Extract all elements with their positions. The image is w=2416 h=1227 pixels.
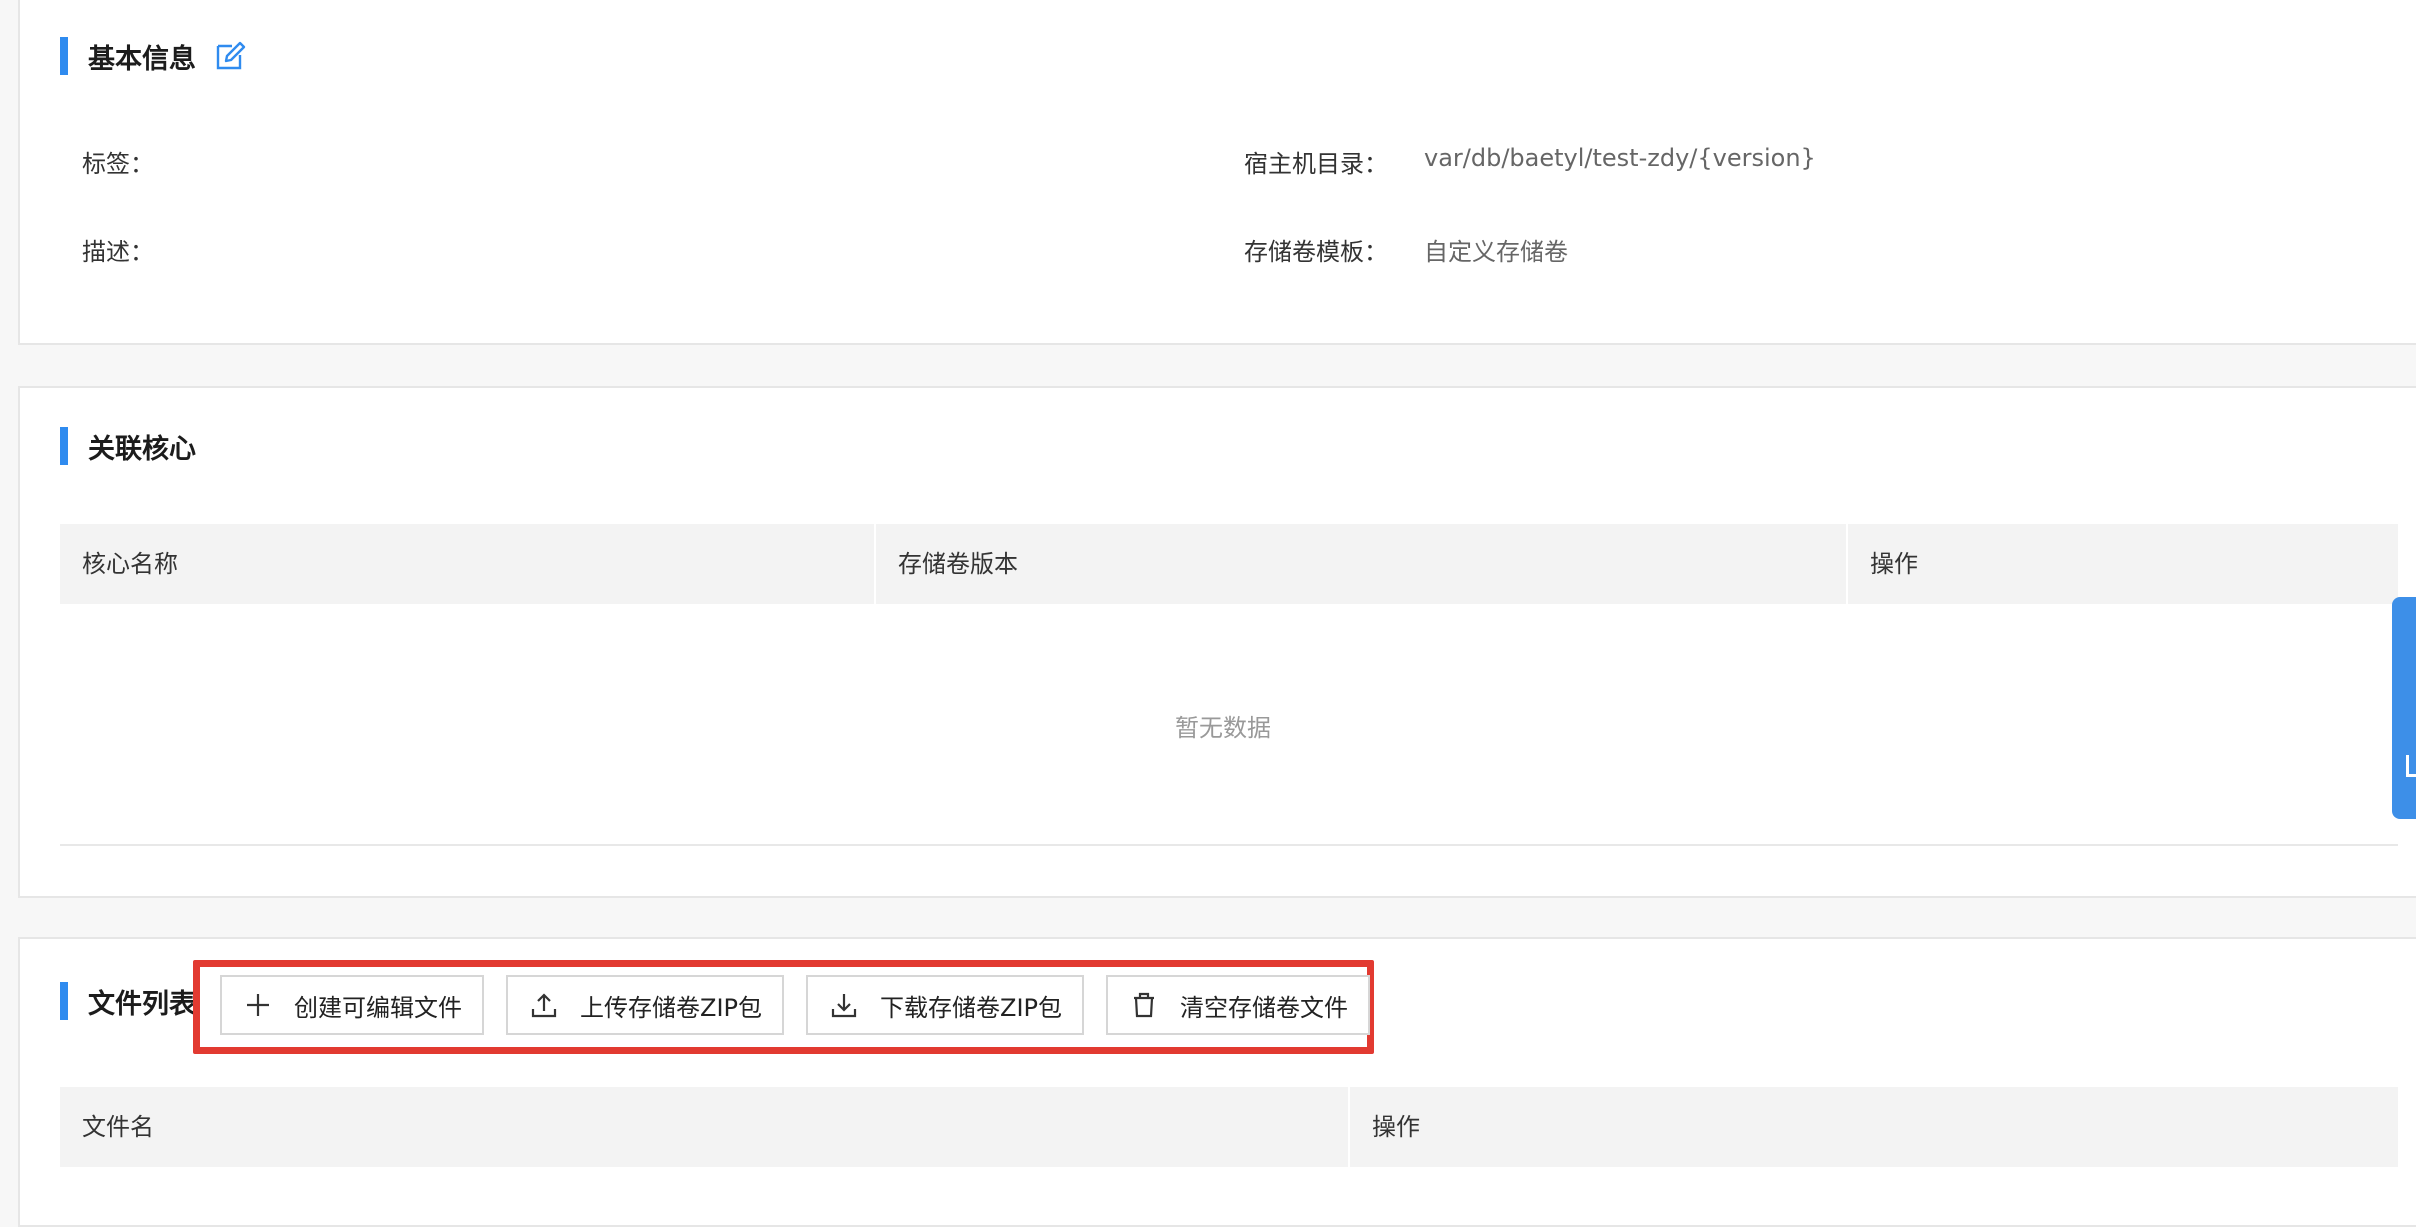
tags-row: 标签：	[82, 144, 154, 179]
core-empty-state: 暂无数据	[1175, 714, 1271, 742]
files-card: 文件列表 创建可编辑文件 上传存储卷ZIP包 下载存储卷ZIP包 清空存储卷文件…	[18, 937, 2416, 1227]
download-icon	[831, 994, 857, 1018]
create-file-label: 创建可编辑文件	[294, 993, 462, 1022]
core-card: 关联核心 核心名称 存储卷版本 操作 暂无数据	[18, 386, 2416, 898]
host-dir-label: 宿主机目录：	[1244, 150, 1388, 178]
create-file-button[interactable]: 创建可编辑文件	[220, 975, 484, 1035]
host-dir-value-wrap: var/db/baetyl/test-zdy/{version}	[1424, 144, 1816, 172]
trash-icon	[1134, 992, 1154, 1018]
plus-icon	[247, 994, 269, 1016]
desc-label: 描述：	[82, 238, 154, 266]
core-title: 关联核心	[88, 433, 196, 465]
core-header: 关联核心	[60, 426, 196, 466]
section-accent-bar	[60, 427, 68, 465]
host-dir-row: 宿主机目录：	[1244, 144, 1388, 179]
floating-side-tab[interactable]	[2392, 597, 2416, 819]
files-title: 文件列表	[88, 988, 196, 1020]
edit-icon[interactable]	[214, 40, 246, 72]
section-accent-bar	[60, 982, 68, 1020]
core-col-action: 操作	[1870, 550, 1918, 578]
template-row: 存储卷模板：	[1244, 232, 1388, 267]
files-table-header: 文件名 操作	[60, 1087, 2398, 1167]
clear-files-button[interactable]: 清空存储卷文件	[1106, 975, 1370, 1035]
template-value: 自定义存储卷	[1424, 238, 1568, 266]
tags-label: 标签：	[82, 150, 154, 178]
download-zip-button[interactable]: 下载存储卷ZIP包	[806, 975, 1084, 1035]
files-header: 文件列表	[60, 981, 196, 1021]
host-dir-value: var/db/baetyl/test-zdy/{version}	[1424, 144, 1816, 172]
download-zip-label: 下载存储卷ZIP包	[880, 993, 1062, 1022]
basic-info-card: 基本信息 标签： 描述： 宿主机目录： var/db/baetyl/test-z…	[18, 0, 2416, 345]
core-col-version: 存储卷版本	[876, 524, 1848, 604]
core-table-bottom-border	[60, 844, 2398, 846]
template-label: 存储卷模板：	[1244, 238, 1388, 266]
basic-info-header: 基本信息	[60, 36, 246, 76]
upload-zip-label: 上传存储卷ZIP包	[580, 993, 762, 1022]
upload-zip-button[interactable]: 上传存储卷ZIP包	[506, 975, 784, 1035]
files-toolbar: 创建可编辑文件 上传存储卷ZIP包 下载存储卷ZIP包 清空存储卷文件	[220, 975, 1370, 1035]
template-value-wrap: 自定义存储卷	[1424, 232, 1568, 267]
files-col-name: 文件名	[60, 1087, 1350, 1167]
clear-files-label: 清空存储卷文件	[1180, 993, 1348, 1022]
desc-row: 描述：	[82, 232, 154, 267]
basic-info-title: 基本信息	[88, 43, 196, 75]
files-col-action: 操作	[1372, 1113, 1420, 1141]
upload-icon	[531, 993, 557, 1018]
core-col-name: 核心名称	[60, 524, 876, 604]
side-tab-glyph	[2406, 755, 2416, 777]
core-table-header: 核心名称 存储卷版本 操作	[60, 524, 2398, 604]
section-accent-bar	[60, 37, 68, 75]
